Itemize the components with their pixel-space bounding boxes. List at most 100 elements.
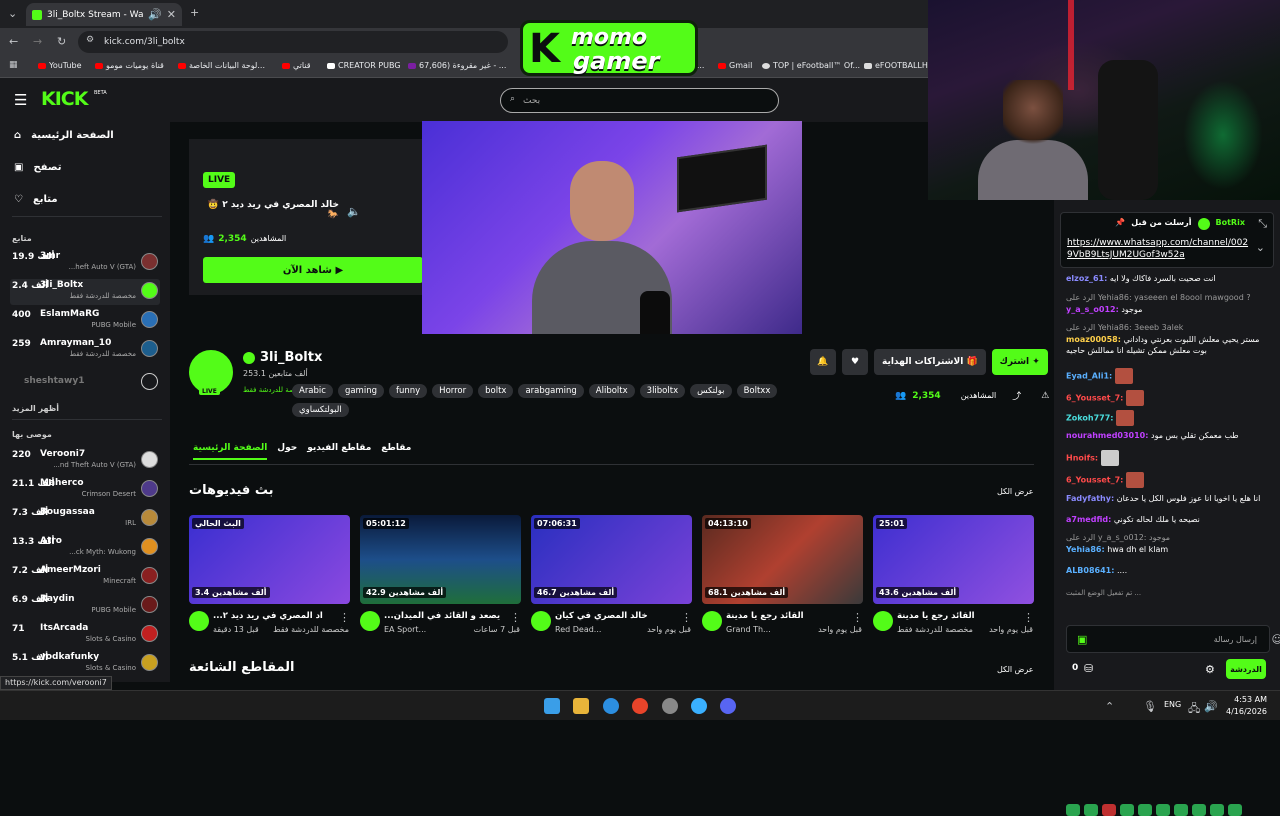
tab-videos[interactable]: مقاطع الفيديو xyxy=(307,443,371,460)
chrome-icon[interactable] xyxy=(632,698,648,714)
windows-start-icon[interactable] xyxy=(544,698,560,714)
sidebar-channel[interactable]: 21.1 ألف Maherco Crimson Desert xyxy=(10,477,160,503)
sidebar-home[interactable]: ⌂ الصفحة الرئيسية xyxy=(14,130,114,141)
sidebar-channel[interactable]: 7.3 ألف Bougassaa IRL xyxy=(10,506,160,532)
chat-input[interactable]: ▣ إرسال رسالة ☺ xyxy=(1066,625,1280,653)
view-all-clips-link[interactable]: عرض الكل xyxy=(997,665,1034,674)
bookmark-dashboard[interactable]: لوحة البيانات الخاصة... xyxy=(178,61,265,70)
video-player[interactable] xyxy=(422,121,802,334)
video-card[interactable]: 05:01:12 42.9 ألف مشاهدين ...يصعد و القا… xyxy=(360,515,521,645)
site-info-icon[interactable]: ⚙ xyxy=(86,35,94,45)
emote-icon[interactable] xyxy=(1228,804,1242,816)
gift-subs-button[interactable]: الاشتراكات الهداية 🎁 xyxy=(874,349,986,375)
sidebar-channel[interactable]: 6.9 ألف Raydin PUBG Mobile xyxy=(10,593,160,619)
search-input[interactable]: ⌕ بحث xyxy=(500,88,779,113)
report-icon[interactable]: ⚠ xyxy=(1041,391,1049,401)
subscribe-button[interactable]: اشترك ✦ xyxy=(991,349,1048,375)
video-card[interactable]: 25:01 43.6 ألف مشاهدين القائد رجع يا مدي… xyxy=(873,515,1034,645)
bookmark-efootball[interactable]: TOP | eFootball™ Of... xyxy=(762,61,860,70)
sidebar-channel[interactable]: 7.2 ألف AmeerMzori Minecraft xyxy=(10,564,160,590)
tab-about[interactable]: حول xyxy=(277,443,297,460)
language-indicator[interactable]: ENG xyxy=(1164,700,1181,709)
sidebar-following[interactable]: ♡ متابع xyxy=(14,194,58,205)
sidebar-channel[interactable]: 220 Verooni7 ...nd Theft Auto V (GTA) xyxy=(10,448,160,474)
sidebar-channel[interactable]: 400 EslamMaRG PUBG Mobile xyxy=(10,308,160,334)
channel-avatar[interactable]: LIVE xyxy=(189,350,233,395)
clock[interactable]: 4:53 AM 4/16/2026 xyxy=(1226,694,1267,718)
show-more-link[interactable]: أظهر المزيد xyxy=(12,404,59,413)
menu-icon[interactable]: ☰ xyxy=(14,91,27,109)
video-card[interactable]: البث الحالي 3.4 ألف مشاهدين ...اد المصري… xyxy=(189,515,350,645)
emoji-icon[interactable]: ▣ xyxy=(1077,633,1087,646)
sidebar-channel[interactable]: 71 ItsArcada Slots & Casino xyxy=(10,622,160,648)
notify-button[interactable]: 🔔 xyxy=(810,349,836,375)
more-icon[interactable]: ⋮ xyxy=(339,611,350,624)
volume-icon[interactable]: 🔊 xyxy=(1204,700,1218,713)
bookmark-momo[interactable]: قناة يوميات مومو xyxy=(95,61,164,70)
emote-icon[interactable] xyxy=(1156,804,1170,816)
bookmark-gmail[interactable]: Gmail xyxy=(718,61,752,70)
app-icon[interactable] xyxy=(691,698,707,714)
emote-icon[interactable] xyxy=(1120,804,1134,816)
tag[interactable]: Aliboltx xyxy=(588,384,635,398)
tray-up-icon[interactable]: ⌃ xyxy=(1105,700,1114,713)
emote-icon[interactable] xyxy=(1102,804,1116,816)
tab-list-icon[interactable]: ⌄ xyxy=(8,7,17,20)
tab-home[interactable]: الصفحة الرئيسية xyxy=(193,443,268,460)
follow-button[interactable]: ♥ xyxy=(842,349,868,375)
view-all-link[interactable]: عرض الكل xyxy=(997,487,1034,496)
emote-icon[interactable] xyxy=(1192,804,1206,816)
bookmark-efootballh[interactable]: eFOOTBALLH xyxy=(864,61,928,70)
audio-icon[interactable]: 🔊 xyxy=(148,8,162,21)
more-icon[interactable]: ⋮ xyxy=(510,611,521,624)
smile-icon[interactable]: ☺ xyxy=(1272,633,1280,646)
sidebar-channel[interactable]: 13.3 ألف Atro ...ck Myth: Wukong xyxy=(10,535,160,561)
bookmark-youtube[interactable]: YouTube xyxy=(38,61,82,70)
tag[interactable]: 3liboltx xyxy=(639,384,686,398)
video-card[interactable]: 07:06:31 46.7 ألف مشاهدين خالد المصري في… xyxy=(531,515,692,645)
emote-icon[interactable] xyxy=(1138,804,1152,816)
emote-icon[interactable] xyxy=(1066,804,1080,816)
sidebar-channel-active[interactable]: 2.4 ألف 3li_Boltx مخصصة للدردشة فقط xyxy=(10,279,160,305)
bookmark-channel[interactable]: قناتي xyxy=(282,61,311,70)
more-icon[interactable]: ⋮ xyxy=(1023,611,1034,624)
emote-icon[interactable] xyxy=(1174,804,1188,816)
obs-icon[interactable] xyxy=(662,698,678,714)
tag[interactable]: Arabic xyxy=(292,384,333,398)
tag[interactable]: بولتكس xyxy=(690,384,732,398)
reload-icon[interactable]: ↻ xyxy=(57,35,66,48)
tag[interactable]: Boltxx xyxy=(736,384,778,398)
more-icon[interactable]: ⋮ xyxy=(681,611,692,624)
browser-tab[interactable]: 3li_Boltx Stream - Watch Li... 🔊 ✕ xyxy=(26,3,182,26)
kick-logo[interactable]: KICK xyxy=(41,88,88,110)
edge-icon[interactable] xyxy=(603,698,619,714)
mic-icon[interactable]: 🎙 xyxy=(1143,700,1157,713)
tag[interactable]: boltx xyxy=(478,384,514,398)
address-bar[interactable]: ⚙ kick.com/3li_boltx xyxy=(78,31,508,53)
chevron-down-icon[interactable]: ⌄ xyxy=(1256,241,1265,254)
watch-now-button[interactable]: شاهد الآن ▶ xyxy=(203,257,423,283)
tag[interactable]: البولتكساوي xyxy=(292,403,349,417)
close-tab-icon[interactable]: ✕ xyxy=(167,8,176,21)
tag[interactable]: Horror xyxy=(432,384,474,398)
pinned-link[interactable]: https://www.whatsapp.com/channel/0029VbB… xyxy=(1067,237,1251,261)
tag[interactable]: arabgaming xyxy=(518,384,584,398)
settings-icon[interactable]: ⚙ xyxy=(1205,663,1215,676)
emote-icon[interactable] xyxy=(1084,804,1098,816)
file-explorer-icon[interactable] xyxy=(573,698,589,714)
sidebar-channel[interactable]: 19.9 ألف 3mr ...heft Auto V (GTA) xyxy=(10,250,160,276)
sidebar-channel[interactable]: 259 Amrayman_10 مخصصة للدردشة فقط xyxy=(10,337,160,363)
network-icon[interactable]: 🖧 xyxy=(1188,700,1200,719)
bookmark-creator-pubg[interactable]: CREATOR PUBG xyxy=(327,61,401,70)
bookmark-mail[interactable]: 67,606) غير مقروءة - ... xyxy=(408,61,506,70)
video-card[interactable]: 04:13:10 68.1 ألف مشاهدين القائد رجع يا … xyxy=(702,515,863,645)
sidebar-channel-offline[interactable]: sheshtawy1 xyxy=(10,370,160,396)
emote-icon[interactable] xyxy=(1210,804,1224,816)
tag[interactable]: gaming xyxy=(337,384,384,398)
points-icon[interactable]: ⛁ xyxy=(1084,662,1093,675)
tag[interactable]: funny xyxy=(388,384,428,398)
sidebar-browse[interactable]: ▣ تصفح xyxy=(14,162,61,173)
more-icon[interactable]: ⋮ xyxy=(852,611,863,624)
send-chat-button[interactable]: الدردشة xyxy=(1226,659,1266,679)
volume-icon[interactable]: 🔈 xyxy=(347,205,361,218)
